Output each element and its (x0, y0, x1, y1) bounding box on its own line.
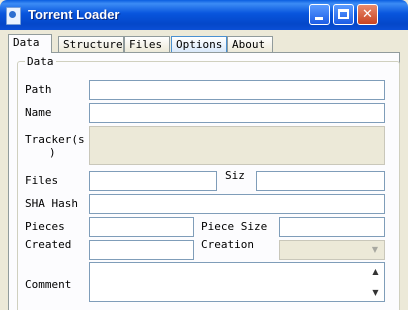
comment-field[interactable]: ▲ ▼ (89, 262, 385, 302)
torrent-loader-window: Torrent Loader ✕ Data Path Name Tracker(… (0, 0, 408, 310)
creation-dropdown[interactable]: ▼ (279, 240, 385, 260)
path-label: Path (25, 83, 52, 96)
pieces-field[interactable] (89, 217, 194, 237)
tracker-label-cont: ) (49, 146, 56, 159)
sha-hash-field[interactable] (89, 194, 385, 214)
tab-structure[interactable]: Structure (58, 36, 124, 52)
name-field[interactable] (89, 103, 385, 123)
files-label: Files (25, 174, 59, 187)
title-bar[interactable]: Torrent Loader ✕ (0, 0, 408, 30)
chevron-down-icon: ▼ (371, 245, 379, 254)
size-field[interactable] (256, 171, 385, 191)
maximize-icon (338, 9, 349, 19)
created-field[interactable] (89, 240, 194, 260)
tab-files[interactable]: Files (124, 36, 170, 52)
tab-about[interactable]: About (227, 36, 273, 52)
minimize-icon (315, 17, 323, 20)
files-field[interactable] (89, 171, 217, 191)
window-title: Torrent Loader (28, 7, 120, 22)
group-legend: Data (25, 55, 56, 68)
path-field[interactable] (89, 80, 385, 100)
created-label: Created (25, 238, 72, 251)
pieces-label: Pieces (25, 220, 65, 233)
piece-size-field[interactable] (279, 217, 385, 237)
trackers-field[interactable] (89, 126, 385, 165)
tracker-label: Tracker(s (25, 133, 85, 146)
tab-options[interactable]: Options (171, 36, 227, 52)
scroll-down-icon[interactable]: ▼ (368, 285, 383, 300)
scroll-up-icon[interactable]: ▲ (368, 264, 383, 279)
tab-panel-data: Data Path Name Tracker(s ) Files Siz SHA… (8, 52, 400, 310)
maximize-button[interactable] (333, 4, 354, 25)
close-icon: ✕ (362, 7, 373, 22)
app-icon[interactable] (6, 7, 21, 25)
piece-size-label: Piece Size (201, 220, 268, 233)
comment-label: Comment (25, 278, 72, 291)
minimize-button[interactable] (309, 4, 330, 25)
close-button[interactable]: ✕ (357, 4, 378, 25)
size-label: Siz (225, 169, 245, 182)
tab-data[interactable]: Data (8, 34, 52, 53)
creation-label: Creation (201, 238, 254, 251)
sha-hash-label: SHA Hash (25, 197, 78, 210)
name-label: Name (25, 106, 52, 119)
